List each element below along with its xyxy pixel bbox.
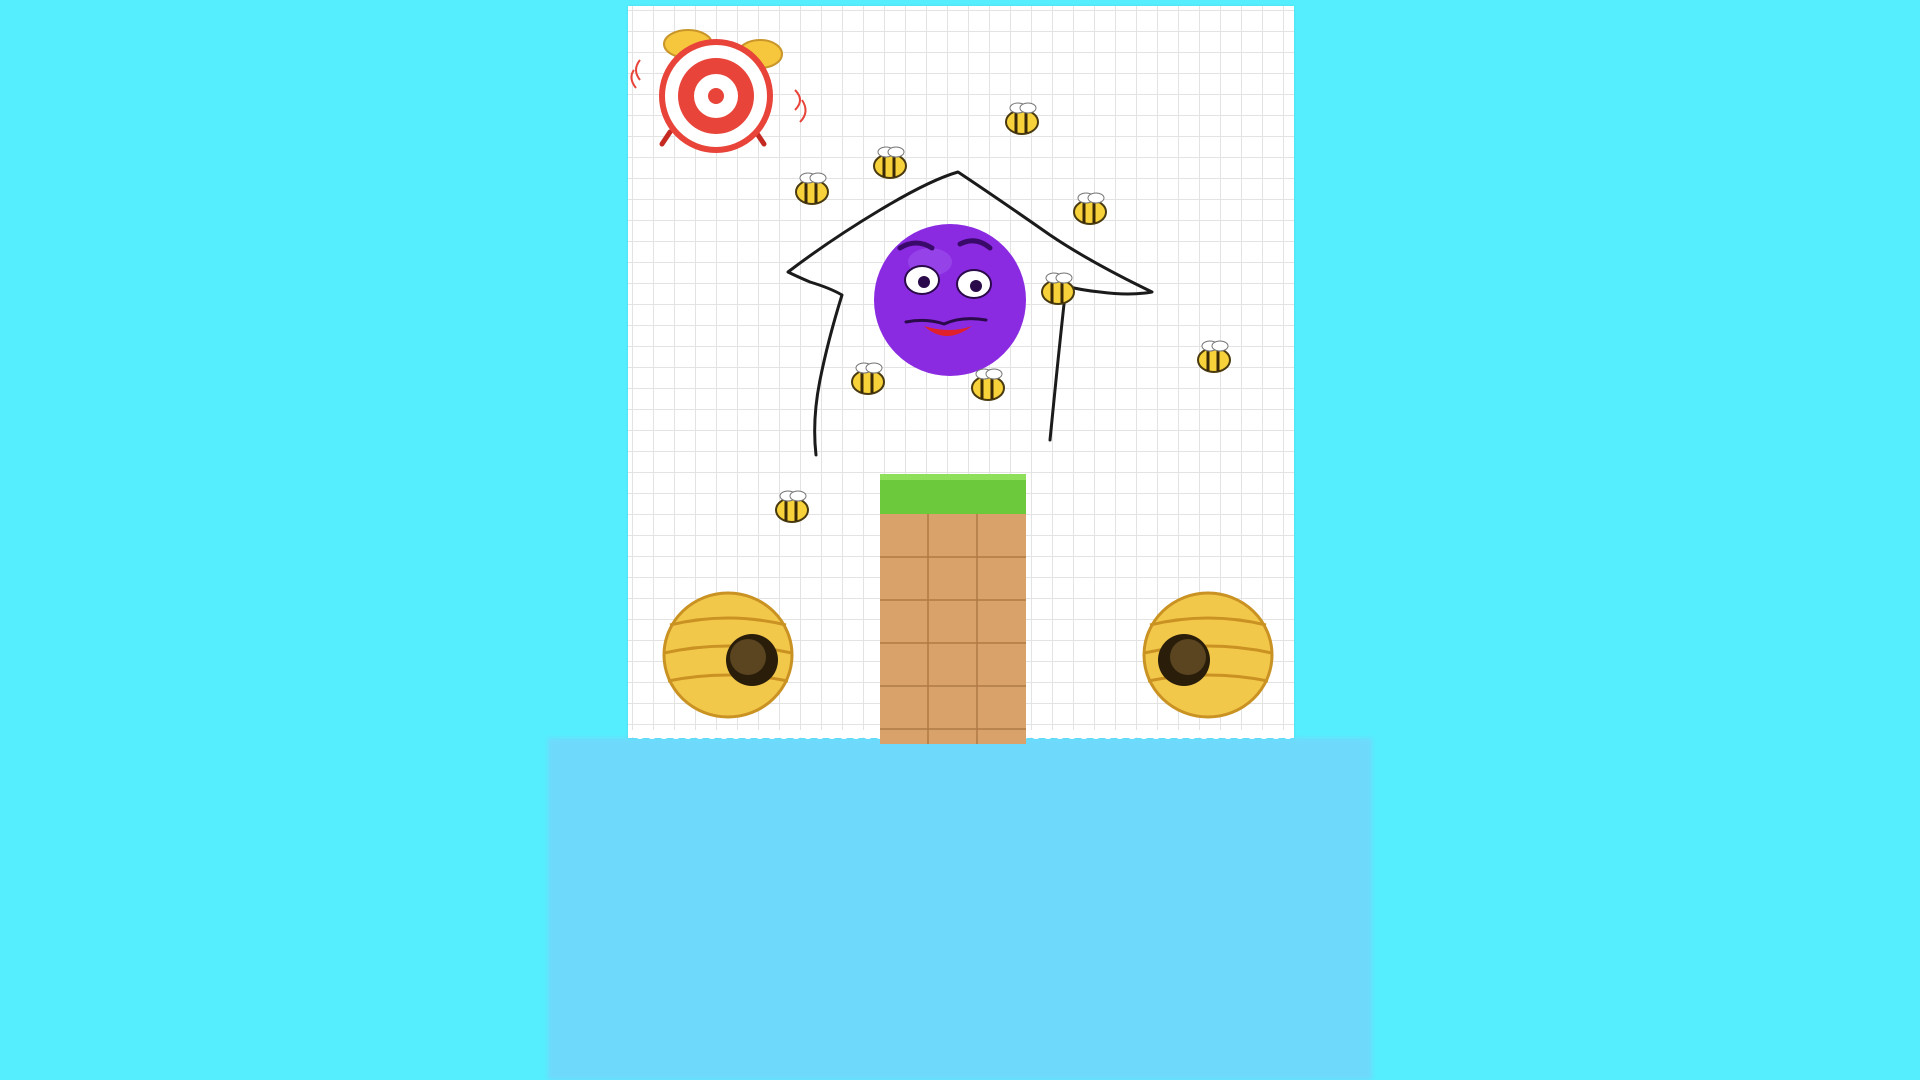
bee-icon bbox=[971, 368, 1005, 401]
beehive-icon bbox=[1142, 591, 1274, 719]
bee-icon bbox=[851, 362, 885, 395]
bee-icon bbox=[1041, 272, 1075, 305]
alarm-clock-icon bbox=[630, 29, 807, 153]
beehive-icon bbox=[662, 591, 794, 719]
bee-icon bbox=[775, 490, 809, 523]
game-background bbox=[0, 0, 1920, 1080]
bee-icon bbox=[1073, 192, 1107, 225]
bee-icon bbox=[873, 146, 907, 179]
game-scene bbox=[630, 29, 1274, 744]
grass-dirt-pillar bbox=[880, 474, 1026, 744]
purple-ball-character bbox=[874, 224, 1026, 376]
bee-icon bbox=[1197, 340, 1231, 373]
bee-icon bbox=[1005, 102, 1039, 135]
bee-icon bbox=[795, 172, 829, 205]
